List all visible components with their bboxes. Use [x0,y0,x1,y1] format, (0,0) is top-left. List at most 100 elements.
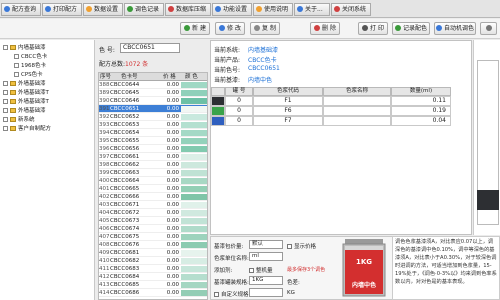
formula-row-name[interactable] [323,116,391,126]
list-row[interactable]: 413 CBCC0685 0.00 [99,281,207,289]
list-row[interactable]: 408 CBCC0676 0.00 [99,241,207,249]
delete-icon [314,25,321,31]
expand-icon[interactable] [3,108,8,113]
row-index: 392 [99,114,110,120]
formula-row-code[interactable]: F1 [253,96,323,106]
custom-size-checkbox[interactable]: 自定义规格: [214,290,250,298]
checkbox-icon[interactable] [287,244,292,249]
tab-recipe-query[interactable]: 配方查询 [1,3,41,16]
size-select[interactable]: 1KG [249,276,283,285]
expand-icon[interactable] [3,45,8,50]
print-button[interactable]: 打 印 [358,22,388,35]
expand-icon[interactable] [3,90,8,95]
list-row[interactable]: 395 CBCC0655 0.00 [99,137,207,145]
list-row[interactable]: 412 CBCC0684 0.00 [99,273,207,281]
list-row[interactable]: 402 CBCC0666 0.00 [99,193,207,201]
tab-data-settings[interactable]: 数据设置 [83,3,123,16]
checkbox-icon[interactable] [249,268,254,273]
node-icon[interactable] [14,54,19,59]
tree-item[interactable]: 外墙基础漆T [3,89,49,98]
list-row[interactable]: 399 CBCC0663 0.00 [99,169,207,177]
formula-row-can[interactable]: 0 [225,106,253,116]
row-price: 0.00 [166,290,179,296]
list-row[interactable]: 390 CBCC0646 0.00 [99,97,207,105]
row-price: 0.00 [166,138,179,144]
formula-row-code[interactable]: F7 [253,116,323,126]
expand-icon[interactable] [3,117,8,122]
tree-item[interactable]: 1968色卡 [14,62,46,71]
record-color-button[interactable]: 记录配色 [392,22,430,35]
auto-tint-button[interactable]: 自动机调色 [434,22,476,35]
list-row[interactable]: 393 CBCC0653 0.00 [99,121,207,129]
row-color-swatch [181,274,207,280]
list-row[interactable]: 411 CBCC0683 0.00 [99,265,207,273]
custom-size-input[interactable] [249,288,283,297]
extra-button[interactable] [480,22,497,35]
list-row[interactable]: 391 CBCC0651 0.00 [99,105,207,113]
formula-row-code[interactable]: F6 [253,106,323,116]
formula-row-qty[interactable]: 0.04 [391,116,451,126]
list-row[interactable]: 407 CBCC0675 0.00 [99,233,207,241]
row-color-swatch [181,106,207,112]
node-icon[interactable] [14,72,19,77]
list-row[interactable]: 414 CBCC0686 0.00 [99,289,207,297]
list-row[interactable]: 409 CBCC0681 0.00 [99,249,207,257]
tree-item[interactable]: 外墙基础漆 [3,80,46,89]
formula-row-can[interactable]: 0 [225,116,253,126]
list-row[interactable]: 396 CBCC0656 0.00 [99,145,207,153]
copy-button[interactable]: 复 制 [250,22,280,35]
expand-icon[interactable] [3,126,8,131]
list-row[interactable]: 401 CBCC0665 0.00 [99,185,207,193]
tree-item[interactable]: 内墙基础漆 [3,44,46,53]
formula-row-can[interactable]: 0 [225,96,253,106]
list-row[interactable]: 406 CBCC0674 0.00 [99,225,207,233]
checkbox-icon[interactable] [214,292,219,297]
edit-button[interactable]: 修 改 [215,22,245,35]
tab-about[interactable]: 关于... [294,3,330,16]
list-row[interactable]: 398 CBCC0662 0.00 [99,161,207,169]
row-price: 0.00 [166,98,179,104]
row-card-no: CBCC0673 [110,218,140,224]
list-row[interactable]: 394 CBCC0654 0.00 [99,129,207,137]
tree-item[interactable]: CBCC色卡 [14,53,47,62]
whole-machine-checkbox[interactable]: 整机量 [249,266,273,274]
formula-row-qty[interactable]: 0.19 [391,106,451,116]
list-row[interactable]: 397 CBCC0661 0.00 [99,153,207,161]
list-row[interactable]: 400 CBCC0664 0.00 [99,177,207,185]
list-row[interactable]: 404 CBCC0672 0.00 [99,209,207,217]
show-price-checkbox[interactable]: 显示价格 [287,242,316,250]
list-row[interactable]: 388 CBCC0644 0.00 [99,81,207,89]
list-row[interactable]: 405 CBCC0673 0.00 [99,217,207,225]
top-tab-bar: 配方查询 打印配方 数据设置 调色记录 数据库压缩 功能设置 使用说明 关于..… [0,0,500,18]
tab-manual[interactable]: 使用说明 [253,3,293,16]
row-color-swatch [181,250,207,256]
new-button[interactable]: 新 建 [180,22,210,35]
currency-select[interactable]: 默认 [249,240,283,249]
expand-icon[interactable] [3,99,8,104]
tab-tint-records[interactable]: 调色记录 [124,3,164,16]
tree-item[interactable]: CPS色卡 [14,71,43,80]
list-row[interactable]: 389 CBCC0645 0.00 [99,89,207,97]
list-row[interactable]: 410 CBCC0682 0.00 [99,257,207,265]
tab-print-recipe[interactable]: 打印配方 [42,3,82,16]
formula-row-name[interactable] [323,96,391,106]
delete-button[interactable]: 删 除 [310,22,340,35]
tree-item[interactable]: 外墙基础漆 [3,107,46,116]
tree-item[interactable]: 客户自制配方 [3,125,51,134]
unit-select[interactable]: ml [249,252,283,261]
expand-icon[interactable] [3,81,8,86]
formula-row-qty[interactable]: 0.11 [391,96,451,106]
color-no-input[interactable]: CBCC0651 [120,43,180,53]
tree-item[interactable]: 新系统 [3,116,35,125]
tree-item[interactable]: 外墙基础漆T [3,98,49,107]
tab-close-system[interactable]: 关闭系统 [331,3,371,16]
row-index: 401 [99,186,110,192]
tab-function-settings[interactable]: 功能设置 [212,3,252,16]
list-row[interactable]: 403 CBCC0671 0.00 [99,201,207,209]
list-row[interactable]: 392 CBCC0652 0.00 [99,113,207,121]
node-icon[interactable] [14,63,19,68]
formula-row-name[interactable] [323,106,391,116]
tab-db-compress[interactable]: 数据库压缩 [165,3,211,16]
row-price: 0.00 [166,122,179,128]
row-card-no: CBCC0686 [110,290,140,296]
